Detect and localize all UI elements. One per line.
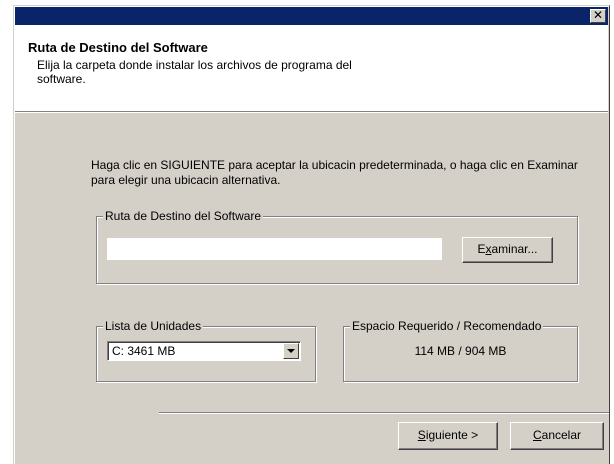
drive-select[interactable]: C: 3461 MB xyxy=(107,341,301,361)
browse-button-label: aminar... xyxy=(491,242,538,256)
close-button[interactable]: ✕ xyxy=(590,9,606,23)
next-button[interactable]: Siguiente > xyxy=(398,422,498,450)
cancel-button-label: ancelar xyxy=(541,428,582,442)
title-bar: ✕ xyxy=(15,7,608,25)
browse-button[interactable]: Examinar... xyxy=(462,237,553,263)
close-icon: ✕ xyxy=(592,8,604,22)
intro-text: Haga clic en SIGUIENTE para aceptar la u… xyxy=(91,158,578,187)
page-title: Ruta de Destino del Software xyxy=(28,40,208,55)
next-button-label: iguiente > xyxy=(425,428,479,442)
drive-select-value: C: 3461 MB xyxy=(112,344,176,358)
header-panel: Ruta de Destino del Software Elija la ca… xyxy=(15,25,608,112)
destination-path-input[interactable] xyxy=(107,238,442,260)
destination-path-legend: Ruta de Destino del Software xyxy=(103,209,264,223)
installer-dialog: ✕ Ruta de Destino del Software Elija la … xyxy=(13,5,610,464)
space-required-value: 114 MB / 904 MB xyxy=(414,344,507,358)
cancel-button-hotkey: C xyxy=(532,428,542,442)
drive-list-legend: Lista de Unidades xyxy=(103,319,204,333)
cancel-button[interactable]: Cancelar xyxy=(510,422,604,450)
space-required-legend: Espacio Requerido / Recomendado xyxy=(350,319,544,333)
drive-list-group: Lista de Unidades C: 3461 MB xyxy=(96,319,316,382)
space-required-group: Espacio Requerido / Recomendado 114 MB /… xyxy=(343,319,578,382)
next-button-hotkey: S xyxy=(417,428,426,442)
header-separator xyxy=(15,112,608,113)
footer-separator xyxy=(159,412,609,413)
page-subtitle: Elija la carpeta donde instalar los arch… xyxy=(37,58,352,86)
destination-path-group: Ruta de Destino del Software Examinar... xyxy=(96,209,578,284)
chevron-down-icon[interactable] xyxy=(283,343,299,359)
